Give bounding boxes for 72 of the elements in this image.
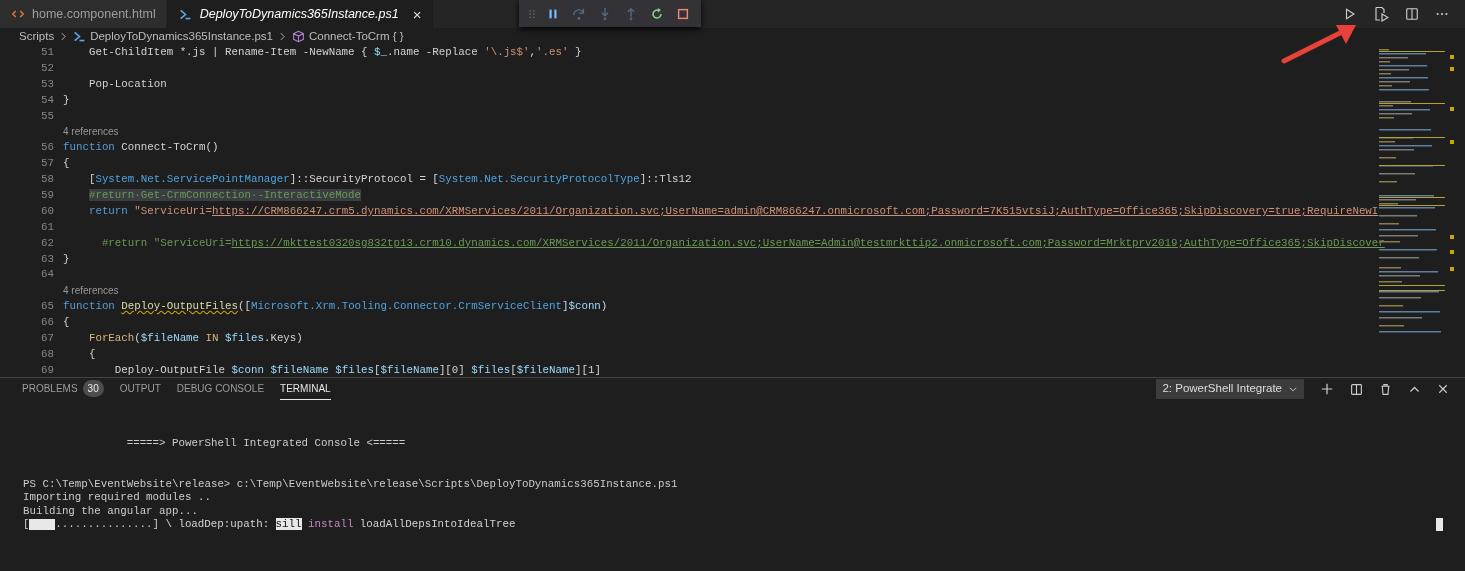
line-number: 63 <box>40 251 54 267</box>
code-line: #return "ServiceUri=https://mkttest0320sg832tp13.crm10.dynamics.com/XRMServices/2011/Organization.svc;UserName=Admin@testmrkttip2.onmicrosoft.com;Password=Mrktprv2019;AuthType=Office365;SkipDiscover <box>100 235 1385 251</box>
code-line: } <box>62 92 70 108</box>
line-number: 58 <box>40 172 54 188</box>
line-number: 62 <box>40 235 54 251</box>
terminal-cursor <box>1436 518 1443 531</box>
line-number: 67 <box>40 331 54 347</box>
code-lens[interactable]: 4 references <box>0 124 119 141</box>
code-line: [System.Net.ServicePointManager]::SecurityProtocol = [System.Net.SecurityProtocolType]::Tls12 <box>87 172 692 188</box>
panel-tab[interactable]: OUTPUT <box>119 378 161 400</box>
line-number: 55 <box>40 108 54 124</box>
chevron-icon <box>278 32 287 41</box>
line-number: 60 <box>40 203 54 219</box>
line-number: 57 <box>40 156 54 172</box>
code-line: { <box>62 315 70 331</box>
editor-tab[interactable]: DeployToDynamics365Instance.ps1 × <box>166 0 434 28</box>
line-number: 69 <box>40 362 54 377</box>
breadcrumb-item[interactable]: Scripts <box>19 27 55 46</box>
count-badge: 30 <box>82 380 104 397</box>
breadcrumb-item[interactable]: DeployToDynamics365Instance.ps1 <box>90 27 273 46</box>
code-lens[interactable]: 4 references <box>0 283 119 300</box>
line-number: 68 <box>40 346 54 362</box>
code-line: return "ServiceUri=https://CRM866247.crm5.dynamics.com/XRMServices/2011/Organization.svc;UserName=admin@CRM866247.onmicrosoft.com;Password=7K515vtsiJ;AuthType=Office365;SkipDiscovery=true;RequireNewI <box>87 203 1379 219</box>
prompt-icon <box>73 30 87 43</box>
panel-tab[interactable]: PROBLEMS 30 <box>22 377 104 401</box>
line-number: 53 <box>40 76 54 92</box>
close-icon[interactable] <box>1437 383 1449 395</box>
code-line: function Connect-ToCrm() <box>62 140 219 156</box>
line-number: 61 <box>40 219 54 235</box>
code-file-icon <box>12 8 24 20</box>
code-line: Get-ChildItem *.js | Rename-Item -NewName { $_.name -Replace '\.js$','.es' } <box>87 45 582 60</box>
code-line: ForEach($fileName IN $files.Keys) <box>87 331 303 347</box>
line-number: 65 <box>40 299 54 315</box>
progress-bracket: ] <box>152 518 159 532</box>
editor-tab[interactable]: home.component.html <box>0 0 166 28</box>
code-line: function Deploy-OutputFiles([Microsoft.Xrm.Tooling.Connector.CrmServiceClient]$conn) <box>62 299 608 315</box>
close-button[interactable]: × <box>410 6 424 22</box>
line-number: 52 <box>40 60 54 76</box>
split-terminal-icon[interactable] <box>1350 382 1363 396</box>
line-number: 59 <box>40 188 54 203</box>
cube-icon <box>292 30 305 43</box>
line-number: 66 <box>40 315 54 331</box>
split-editor-icon[interactable] <box>1405 7 1419 21</box>
breadcrumb-item[interactable]: Connect-ToCrm { } <box>309 27 404 46</box>
code-line: Deploy-OutputFile $conn $fileName $files[$fileName][0] $files[$fileName][1] <box>113 362 601 377</box>
terminal-line: \ loadDep:upath: sill install loadAllDepsIntoIdealTree <box>164 518 516 532</box>
terminal-dropdown[interactable]: 2: PowerShell Integrate <box>1156 379 1304 399</box>
line-number: 56 <box>40 140 54 156</box>
progress-bar: ............... <box>29 518 153 532</box>
run-selection-icon[interactable] <box>1373 6 1389 22</box>
restart-icon[interactable] <box>650 6 664 21</box>
stop-icon[interactable] <box>676 6 690 21</box>
panel-tab[interactable]: DEBUG CONSOLE <box>176 378 265 400</box>
plus-icon[interactable] <box>1320 382 1334 396</box>
line-number: 54 <box>40 92 54 108</box>
chevron-icon <box>59 32 69 41</box>
run-icon[interactable] <box>1343 7 1357 21</box>
line-number: 64 <box>40 267 54 283</box>
code-line: } <box>62 251 70 267</box>
code-line: { <box>62 156 70 172</box>
terminal-line: PS C:\Temp\EventWebsite\release> c:\Temp\EventWebsite\release\Scripts\DeployToDynamics365Instance.ps1 <box>23 477 679 491</box>
code-line: Pop-Location <box>87 76 167 92</box>
terminal-line: Building the angular app... <box>23 504 199 518</box>
code-line: { <box>87 346 96 362</box>
trash-icon[interactable] <box>1379 382 1392 396</box>
panel-tab[interactable]: TERMINAL <box>280 378 331 400</box>
terminal-line: =====> PowerShell Integrated Console <===== <box>125 437 407 451</box>
terminal-line: Importing required modules .. <box>23 491 212 505</box>
line-number: 51 <box>40 45 54 60</box>
progress-bracket: [ <box>23 518 30 532</box>
chevron-down-icon <box>1288 384 1298 394</box>
prompt-icon <box>178 7 192 21</box>
